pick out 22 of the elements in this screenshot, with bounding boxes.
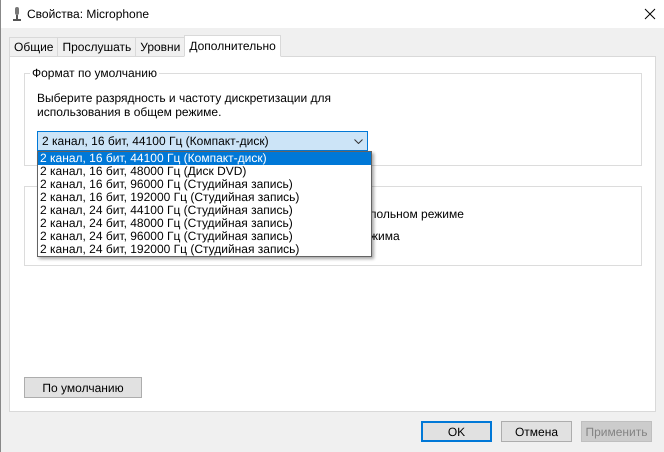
dropdown-option[interactable]: 2 канал, 16 бит, 96000 Гц (Студийная запись)	[38, 178, 371, 191]
window-title: Свойства: Microphone	[27, 7, 150, 21]
dropdown-option[interactable]: 2 канал, 16 бит, 44100 Гц (Компакт-диск)	[38, 152, 371, 165]
tab[interactable]: Дополнительно	[184, 35, 281, 57]
dropdown-option[interactable]: 2 канал, 24 бит, 96000 Гц (Студийная запись)	[38, 230, 371, 243]
description-text: Выберите разрядность и частоту дискретизации для использования в общем режиме.	[37, 91, 332, 119]
dropdown-option[interactable]: 2 канал, 16 бит, 192000 Гц (Студийная запись)	[38, 191, 371, 204]
format-dropdown[interactable]: 2 канал, 16 бит, 44100 Гц (Компакт-диск)	[37, 131, 368, 151]
dialog-button[interactable]: OK	[421, 421, 492, 442]
dropdown-option[interactable]: 2 канал, 24 бит, 48000 Гц (Студийная запись)	[38, 217, 371, 230]
dropdown-option[interactable]: 2 канал, 16 бит, 48000 Гц (Диск DVD)	[38, 165, 371, 178]
tab[interactable]: Общие	[9, 37, 58, 56]
group-title: Формат по умолчанию	[30, 66, 159, 80]
tab[interactable]: Уровни	[135, 37, 186, 56]
chevron-icon	[354, 138, 363, 144]
tab[interactable]: Прослушать	[57, 37, 136, 56]
microphone-icon	[13, 7, 21, 21]
dialog-button[interactable]: Отмена	[501, 421, 572, 442]
dropdown-option[interactable]: 2 канал, 24 бит, 44100 Гц (Студийная запись)	[38, 204, 371, 217]
dropdown-option[interactable]: 2 канал, 24 бит, 192000 Гц (Студийная запись)	[38, 243, 371, 256]
close-icon[interactable]	[644, 8, 656, 20]
default-button[interactable]: По умолчанию	[24, 377, 142, 398]
